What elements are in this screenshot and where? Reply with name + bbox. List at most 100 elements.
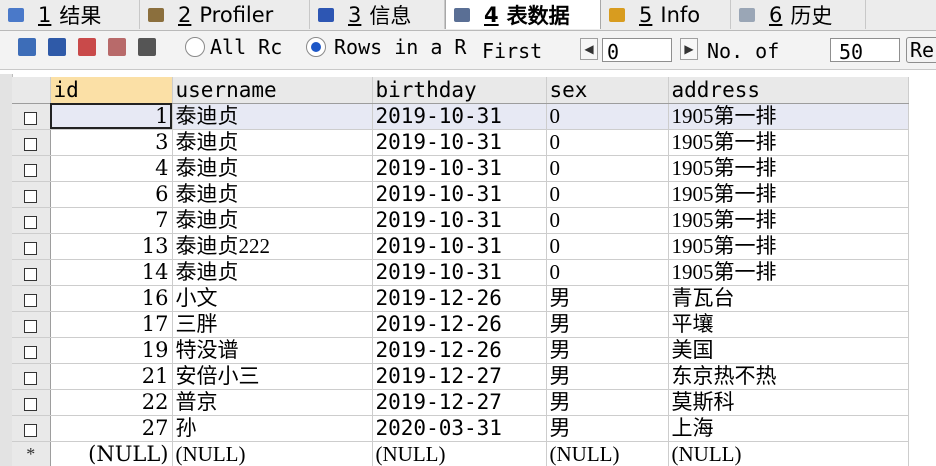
save-icon[interactable]: [48, 38, 66, 56]
filter-icon[interactable]: [138, 38, 156, 56]
row-checkbox[interactable]: [24, 111, 38, 125]
column-header-id[interactable]: id: [50, 77, 173, 104]
row-checkbox-cell[interactable]: [12, 337, 51, 364]
row-checkbox-cell[interactable]: [12, 285, 51, 312]
cell-sex[interactable]: 男: [546, 311, 669, 338]
cell-username[interactable]: 特没谱: [172, 337, 373, 364]
cell-address[interactable]: 美国: [668, 337, 909, 364]
cell-id[interactable]: 3: [50, 129, 173, 156]
cell-id[interactable]: 19: [50, 337, 173, 364]
null-cell-username[interactable]: (NULL): [172, 441, 373, 466]
row-checkbox[interactable]: [24, 189, 38, 203]
new-row[interactable]: * (NULL) (NULL) (NULL) (NULL) (NULL): [12, 441, 909, 466]
cell-username[interactable]: 泰迪贞: [172, 155, 373, 182]
null-cell-birthday[interactable]: (NULL): [372, 441, 547, 466]
tab-profiler[interactable]: 2 Profiler: [140, 0, 310, 29]
table-row[interactable]: 1 泰迪贞 2019-10-31 0 1905第一排: [12, 103, 909, 130]
column-header-sex[interactable]: sex: [546, 77, 669, 104]
cell-birthday[interactable]: 2019-12-27: [372, 363, 547, 390]
cell-sex[interactable]: 0: [546, 181, 669, 208]
table-row[interactable]: 13 泰迪贞222 2019-10-31 0 1905第一排: [12, 233, 909, 260]
refresh-button[interactable]: Re: [906, 37, 936, 63]
row-checkbox-cell[interactable]: [12, 363, 51, 390]
tab-results[interactable]: 1 结果: [0, 0, 140, 29]
tab-messages[interactable]: 3 信息: [310, 0, 445, 29]
row-checkbox[interactable]: [24, 319, 38, 333]
cell-address[interactable]: 东京热不热: [668, 363, 909, 390]
table-row[interactable]: 19 特没谱 2019-12-26 男美国: [12, 337, 909, 364]
cell-birthday[interactable]: 2019-12-26: [372, 337, 547, 364]
null-cell-sex[interactable]: (NULL): [546, 441, 669, 466]
cell-birthday[interactable]: 2019-12-26: [372, 311, 547, 338]
cell-birthday[interactable]: 2019-10-31: [372, 103, 547, 130]
tab-table-data[interactable]: 4 表数据: [445, 0, 601, 29]
null-cell-id[interactable]: (NULL): [50, 441, 173, 466]
cell-username[interactable]: 普京: [172, 389, 373, 416]
row-checkbox[interactable]: [24, 267, 38, 281]
table-row[interactable]: 7 泰迪贞 2019-10-31 0 1905第一排: [12, 207, 909, 234]
cell-birthday[interactable]: 2019-10-31: [372, 233, 547, 260]
row-checkbox[interactable]: [24, 397, 38, 411]
row-checkbox-cell[interactable]: [12, 259, 51, 286]
cell-sex[interactable]: 男: [546, 285, 669, 312]
row-checkbox[interactable]: [24, 215, 38, 229]
row-checkbox-cell[interactable]: [12, 129, 51, 156]
cell-sex[interactable]: 0: [546, 233, 669, 260]
table-row[interactable]: 16 小文 2019-12-26 男青瓦台: [12, 285, 909, 312]
rows-in-range-radio[interactable]: [306, 37, 326, 57]
table-row[interactable]: 14 泰迪贞 2019-10-31 0 1905第一排: [12, 259, 909, 286]
row-checkbox-cell[interactable]: [12, 389, 51, 416]
column-header-birthday[interactable]: birthday: [372, 77, 547, 104]
cell-address[interactable]: 上海: [668, 415, 909, 442]
cell-sex[interactable]: 0: [546, 129, 669, 156]
cell-sex[interactable]: 0: [546, 155, 669, 182]
cell-id[interactable]: 7: [50, 207, 173, 234]
cell-username[interactable]: 泰迪贞: [172, 259, 373, 286]
row-checkbox[interactable]: [24, 241, 38, 255]
cell-address[interactable]: 1905第一排: [668, 233, 909, 260]
cell-id[interactable]: 6: [50, 181, 173, 208]
delete-row-icon[interactable]: [78, 38, 96, 56]
cell-address[interactable]: 1905第一排: [668, 155, 909, 182]
table-row[interactable]: 3 泰迪贞 2019-10-31 0 1905第一排: [12, 129, 909, 156]
cell-id[interactable]: 21: [50, 363, 173, 390]
cell-birthday[interactable]: 2019-10-31: [372, 259, 547, 286]
cell-address[interactable]: 平壤: [668, 311, 909, 338]
row-checkbox-cell[interactable]: [12, 155, 51, 182]
cancel-changes-icon[interactable]: [108, 38, 126, 56]
table-row[interactable]: 6 泰迪贞 2019-10-31 0 1905第一排: [12, 181, 909, 208]
tab-history[interactable]: 6 历史: [731, 0, 866, 29]
table-row[interactable]: 27 孙 2020-03-31 男上海: [12, 415, 909, 442]
cell-username[interactable]: 泰迪贞: [172, 181, 373, 208]
column-header-address[interactable]: address: [668, 77, 909, 104]
cell-username[interactable]: 三胖: [172, 311, 373, 338]
cell-username[interactable]: 泰迪贞: [172, 129, 373, 156]
cell-birthday[interactable]: 2019-10-31: [372, 181, 547, 208]
all-rows-radio[interactable]: [185, 37, 205, 57]
cell-id[interactable]: 27: [50, 415, 173, 442]
cell-address[interactable]: 1905第一排: [668, 129, 909, 156]
cell-id[interactable]: 22: [50, 389, 173, 416]
cell-id[interactable]: 1: [50, 103, 173, 130]
cell-sex[interactable]: 0: [546, 103, 669, 130]
cell-id[interactable]: 17: [50, 311, 173, 338]
cell-username[interactable]: 安倍小三: [172, 363, 373, 390]
table-row[interactable]: 4 泰迪贞 2019-10-31 0 1905第一排: [12, 155, 909, 182]
next-page-button[interactable]: ▶: [680, 38, 698, 60]
row-checkbox[interactable]: [24, 137, 38, 151]
row-checkbox-cell[interactable]: [12, 181, 51, 208]
select-all-header[interactable]: [12, 77, 51, 104]
row-checkbox[interactable]: [24, 371, 38, 385]
cell-id[interactable]: 4: [50, 155, 173, 182]
cell-birthday[interactable]: 2019-10-31: [372, 155, 547, 182]
table-row[interactable]: 21 安倍小三 2019-12-27 男东京热不热: [12, 363, 909, 390]
cell-birthday[interactable]: 2019-12-27: [372, 389, 547, 416]
cell-username[interactable]: 泰迪贞: [172, 207, 373, 234]
cell-sex[interactable]: 0: [546, 207, 669, 234]
cell-birthday[interactable]: 2019-12-26: [372, 285, 547, 312]
row-checkbox-cell[interactable]: [12, 103, 51, 130]
cell-sex[interactable]: 男: [546, 337, 669, 364]
insert-row-icon[interactable]: [18, 38, 36, 56]
cell-birthday[interactable]: 2019-10-31: [372, 207, 547, 234]
first-row-input[interactable]: 0: [602, 38, 672, 62]
